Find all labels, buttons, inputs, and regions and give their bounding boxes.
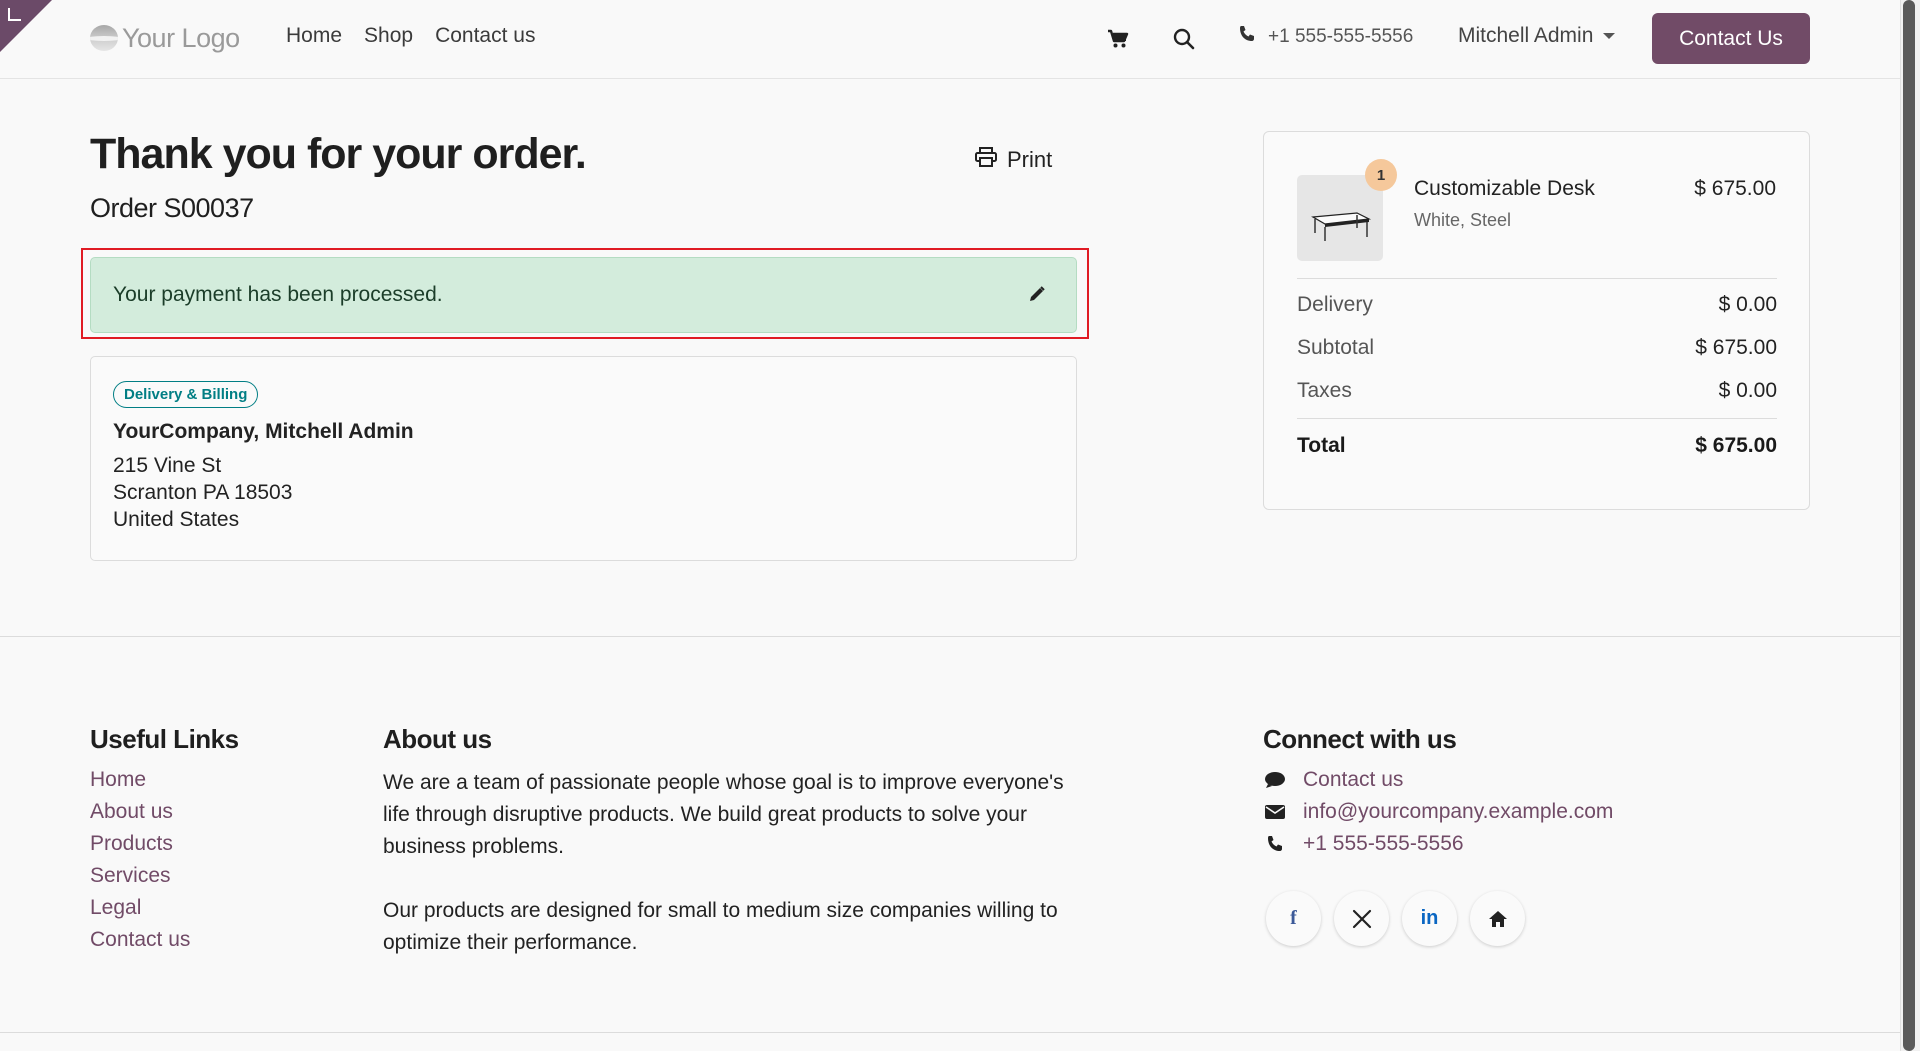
- footer-link-legal[interactable]: Legal: [90, 895, 190, 920]
- product-price: $ 675.00: [1694, 177, 1776, 200]
- cart-icon[interactable]: [1104, 25, 1132, 53]
- product-name: Customizable Desk: [1414, 177, 1595, 200]
- summary-value: $ 0.00: [1718, 379, 1777, 402]
- search-icon[interactable]: [1170, 25, 1198, 53]
- summary-row-subtotal: Subtotal $ 675.00: [1297, 336, 1777, 360]
- payment-status-text: Your payment has been processed.: [113, 283, 443, 306]
- printer-icon: [975, 147, 997, 173]
- logo-text: Your Logo: [122, 22, 240, 53]
- footer-bottom-divider: [0, 1032, 1900, 1033]
- address-line-street: 215 Vine St: [113, 454, 222, 477]
- caret-down-icon: [1603, 33, 1616, 39]
- summary-label: Subtotal: [1297, 336, 1375, 359]
- address-name: YourCompany, Mitchell Admin: [113, 420, 414, 443]
- corner-bracket-icon: [8, 8, 21, 21]
- connect-heading: Connect with us: [1263, 724, 1457, 754]
- summary-label: Delivery: [1297, 293, 1373, 316]
- connect-row-contact: Contact us: [1263, 767, 1613, 792]
- x-icon[interactable]: [1334, 891, 1389, 946]
- phone-icon: [1238, 25, 1256, 48]
- address-line-city: Scranton PA 18503: [113, 481, 293, 504]
- summary-divider: [1297, 278, 1777, 279]
- nav-shop[interactable]: Shop: [364, 24, 413, 48]
- total-label: Total: [1297, 434, 1346, 457]
- delivery-billing-badge: Delivery & Billing: [113, 381, 259, 408]
- home-icon[interactable]: [1470, 891, 1525, 946]
- about-paragraph-2: Our products are designed for small to m…: [383, 899, 1058, 954]
- address-line-country: United States: [113, 508, 240, 531]
- footer-email-link[interactable]: info@yourcompany.example.com: [1303, 800, 1613, 824]
- footer-link-about-us[interactable]: About us: [90, 799, 190, 824]
- footer-contact-link[interactable]: Contact us: [1303, 768, 1403, 792]
- connect-list: Contact us info@yourcompany.example.com …: [1263, 767, 1613, 856]
- footer-link-contact-us[interactable]: Contact us: [90, 927, 190, 952]
- linkedin-icon[interactable]: in: [1402, 891, 1457, 946]
- social-links: f in: [1266, 891, 1525, 946]
- user-menu-dropdown[interactable]: Mitchell Admin: [1458, 24, 1616, 48]
- footer-divider: [0, 636, 1900, 637]
- site-header: Your Logo Home Shop Contact us +1 555-55…: [0, 0, 1900, 79]
- quantity-badge: 1: [1365, 159, 1397, 191]
- user-name: Mitchell Admin: [1458, 24, 1594, 47]
- total-value: $ 675.00: [1695, 434, 1777, 457]
- main-nav: Home Shop Contact us: [286, 24, 535, 48]
- nav-contact-us[interactable]: Contact us: [435, 24, 535, 48]
- summary-label: Taxes: [1297, 379, 1352, 402]
- summary-value: $ 675.00: [1695, 336, 1777, 359]
- comment-icon: [1263, 771, 1287, 789]
- envelope-icon: [1263, 804, 1287, 820]
- footer-phone-link[interactable]: +1 555-555-5556: [1303, 832, 1464, 856]
- page-title: Thank you for your order.: [90, 130, 587, 178]
- product-variant: White, Steel: [1414, 210, 1512, 230]
- product-image: [1297, 175, 1383, 261]
- about-us-heading: About us: [383, 724, 492, 754]
- footer-link-home[interactable]: Home: [90, 767, 190, 792]
- summary-row-delivery: Delivery $ 0.00: [1297, 293, 1777, 317]
- connect-row-phone: +1 555-555-5556: [1263, 831, 1613, 856]
- about-paragraph-1: We are a team of passionate people whose…: [383, 771, 1064, 858]
- payment-status-alert: Your payment has been processed.: [90, 257, 1077, 333]
- useful-links-heading: Useful Links: [90, 724, 239, 754]
- print-label: Print: [1007, 147, 1053, 172]
- site-logo[interactable]: Your Logo: [90, 22, 240, 54]
- summary-row-taxes: Taxes $ 0.00: [1297, 379, 1777, 403]
- footer-link-products[interactable]: Products: [90, 831, 190, 856]
- summary-value: $ 0.00: [1718, 293, 1777, 316]
- summary-row-total: Total $ 675.00: [1297, 434, 1777, 458]
- useful-links-list: Home About us Products Services Legal Co…: [90, 767, 190, 952]
- order-reference: Order S00037: [90, 193, 254, 223]
- order-summary-card: 1 Customizable Desk White, Steel $ 675.0…: [1263, 131, 1810, 510]
- header-phone-number: +1 555-555-5556: [1268, 25, 1414, 47]
- connect-row-email: info@yourcompany.example.com: [1263, 799, 1613, 824]
- summary-divider: [1297, 418, 1777, 419]
- pencil-icon[interactable]: [1028, 285, 1046, 308]
- header-phone[interactable]: +1 555-555-5556: [1238, 25, 1413, 48]
- print-button[interactable]: Print: [975, 147, 1052, 173]
- contact-us-button[interactable]: Contact Us: [1652, 13, 1810, 64]
- scrollbar-thumb[interactable]: [1903, 0, 1915, 1051]
- phone-icon: [1263, 835, 1287, 853]
- facebook-icon[interactable]: f: [1266, 891, 1321, 946]
- nav-home[interactable]: Home: [286, 24, 342, 48]
- address-card: Delivery & Billing YourCompany, Mitchell…: [90, 356, 1077, 561]
- logo-mark-icon: [90, 25, 118, 51]
- footer-link-services[interactable]: Services: [90, 863, 190, 888]
- about-us-text: We are a team of passionate people whose…: [383, 767, 1083, 959]
